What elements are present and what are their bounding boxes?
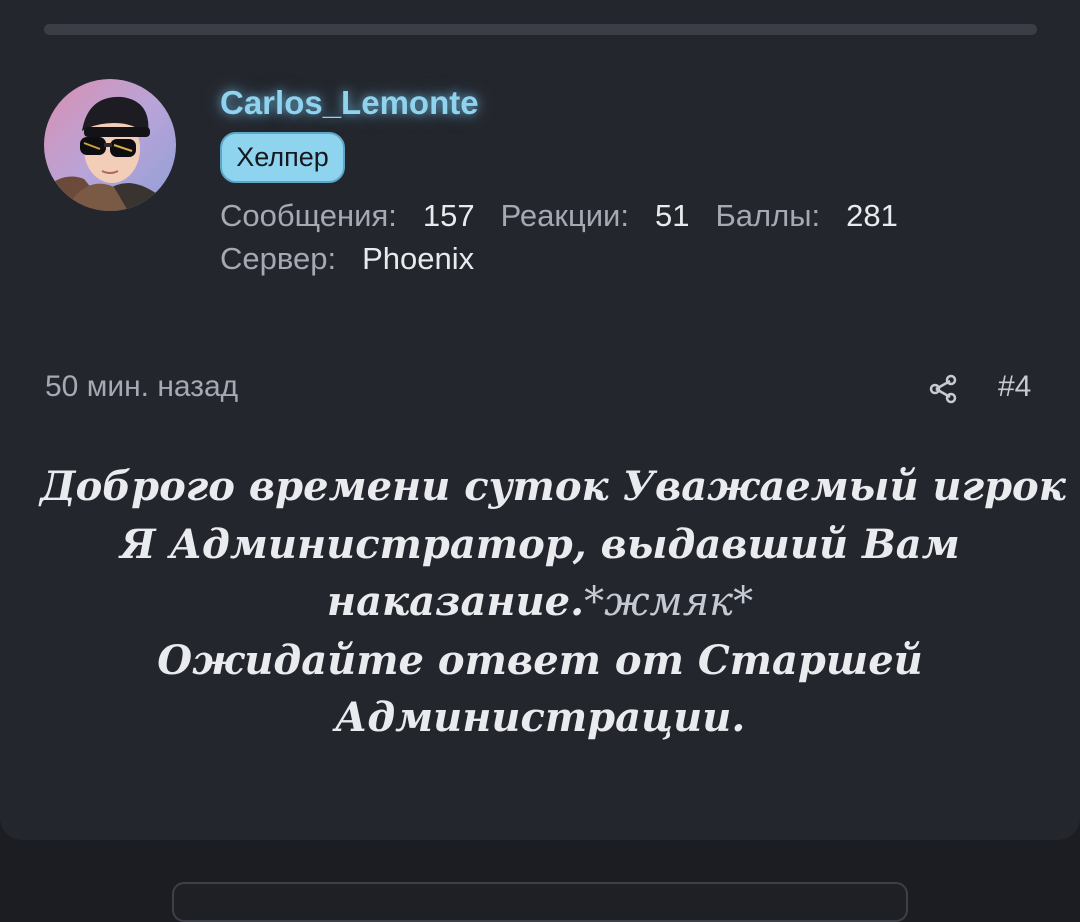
- message-line: Доброго времени суток Уважаемый игрок: [40, 463, 1066, 510]
- post-divider: [44, 24, 1037, 35]
- server-label: Сервер:: [220, 241, 337, 276]
- message-line: Я Администратор, выдавший Вам: [120, 520, 960, 568]
- message-text: наказание.: [326, 578, 585, 625]
- forum-post: Carlos_Lemonte Хелпер Сообщения: 157 Реакц…: [0, 0, 1080, 840]
- avatar-image: [44, 79, 176, 211]
- reactions-value: 51: [654, 198, 690, 233]
- post-number-link[interactable]: #4: [998, 370, 1031, 404]
- messages-label: Сообщения:: [220, 198, 397, 233]
- role-badge: Хелпер: [220, 132, 345, 183]
- user-stats: Сообщения: 157 Реакции: 51 Баллы: 281 Сервер:…: [220, 194, 898, 280]
- message-line: наказание.*жмяк*: [40, 573, 1040, 632]
- username-link[interactable]: Carlos_Lemonte: [220, 84, 479, 122]
- stats-row-server: Сервер: Phoenix: [220, 237, 898, 280]
- message-line: Ожидайте ответ от Старшей: [157, 636, 923, 684]
- next-post-card: [172, 882, 908, 922]
- share-icon[interactable]: [926, 372, 960, 406]
- post-time-link[interactable]: 50 мин. назад: [45, 370, 238, 404]
- share-icon-glyph: [929, 374, 957, 404]
- message-line: Администрации.: [334, 694, 746, 741]
- reactions-label: Реакции:: [500, 198, 629, 233]
- message-emote: *жмяк*: [584, 579, 754, 625]
- server-value: Phoenix: [362, 241, 475, 276]
- points-value: 281: [846, 198, 898, 233]
- stats-row-counts: Сообщения: 157 Реакции: 51 Баллы: 281: [220, 194, 898, 237]
- post-message: Доброго времени суток Уважаемый игрок Я …: [40, 458, 1066, 747]
- avatar[interactable]: [44, 79, 176, 211]
- points-label: Баллы:: [715, 198, 821, 233]
- messages-value: 157: [422, 198, 475, 233]
